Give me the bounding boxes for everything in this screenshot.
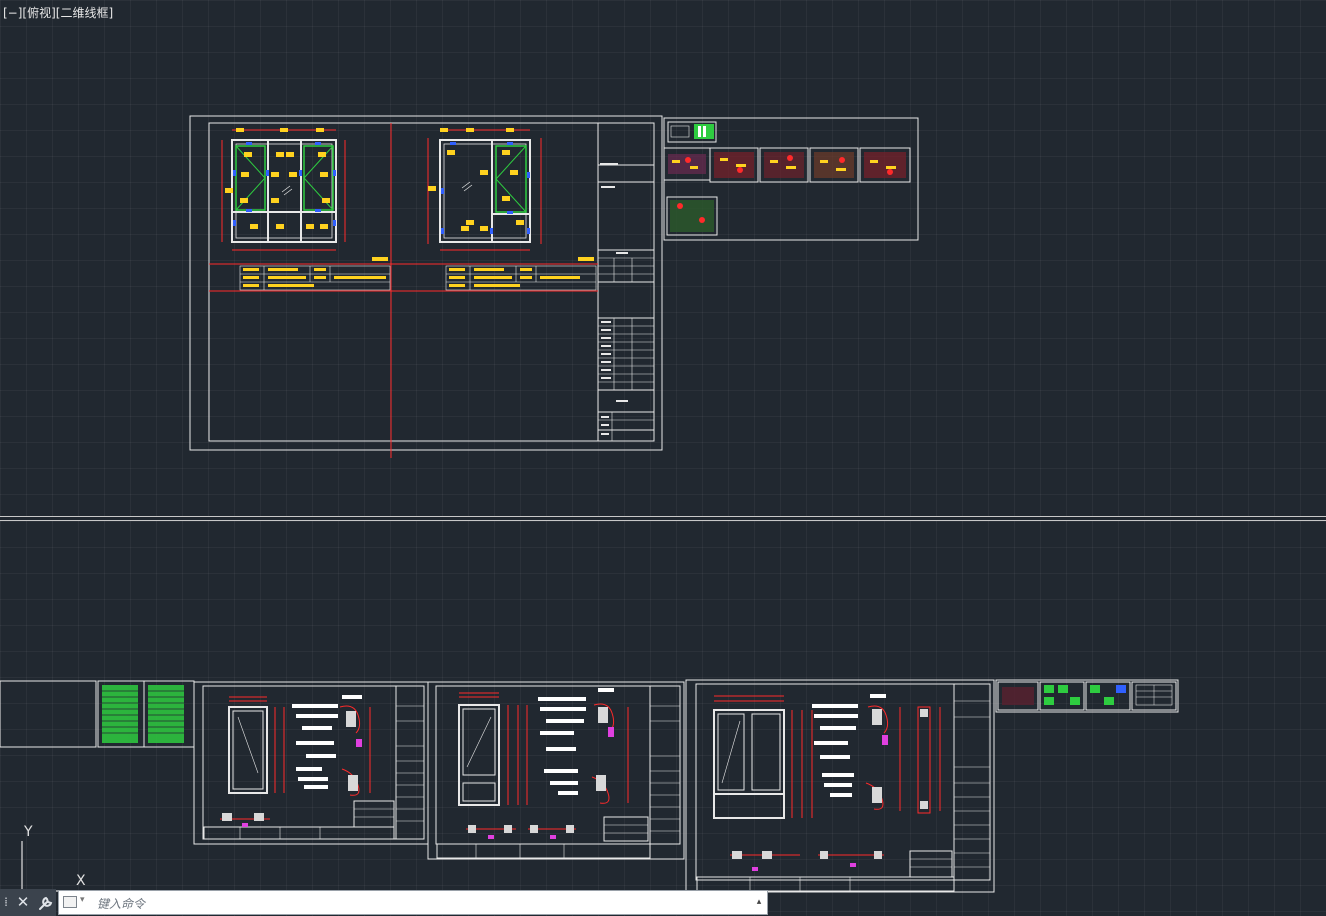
command-input-container[interactable]: ▾ ▴ [58, 890, 768, 915]
scroll-arrows-icon[interactable]: ▴ [754, 895, 764, 910]
top-drawing-canvas [189, 115, 919, 458]
detail-sheet-a-profiles [222, 711, 358, 821]
command-input[interactable] [95, 893, 719, 914]
wrench-icon[interactable] [34, 889, 56, 916]
title-block-rows [598, 257, 654, 441]
ucs-icon [21, 841, 80, 892]
ucs-y-label: Y [24, 824, 33, 840]
small-thumbnail-strip-color [1002, 684, 1173, 706]
command-prompt-icon[interactable] [63, 896, 77, 908]
yellow-tags-left [225, 128, 330, 229]
viewport-bottom[interactable] [0, 521, 1326, 916]
chevron-down-icon[interactable]: ▾ [80, 895, 85, 905]
command-line-bar: ⁞ ✕ ▾ ▴ [0, 889, 768, 916]
detail-sheet-b-profiles [468, 707, 608, 833]
ucs-x-label: X [76, 873, 86, 889]
title-block-marks [600, 163, 628, 435]
schedule-table-right-text [449, 257, 594, 287]
customize-icon [39, 896, 53, 910]
close-icon[interactable]: ✕ [12, 889, 34, 916]
main-drawing-sheet [189, 115, 663, 451]
bottom-drawing-canvas [0, 679, 1179, 893]
schedule-table-left-text [243, 257, 388, 287]
blank-sheet [0, 680, 97, 748]
command-line-grip[interactable]: ⁞ [0, 889, 12, 916]
material-list-green [102, 685, 184, 743]
detail-thumbnails-color [668, 124, 906, 232]
viewport-top[interactable]: [−][俯视][二维线框] [0, 0, 1326, 516]
